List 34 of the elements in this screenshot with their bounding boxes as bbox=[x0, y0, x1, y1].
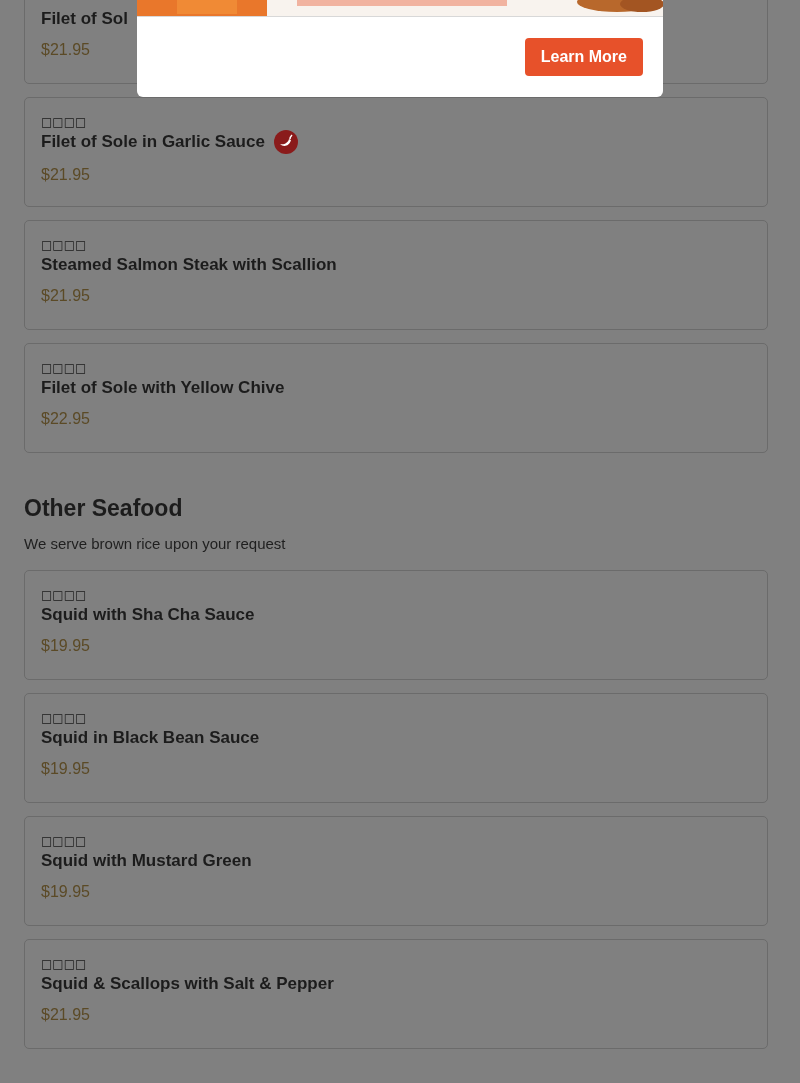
dish-name: Filet of Sole with Yellow Chive bbox=[41, 377, 285, 399]
learn-more-button[interactable]: Learn More bbox=[524, 38, 643, 76]
dish-price: $21.95 bbox=[41, 166, 90, 184]
dish-name: Squid with Sha Cha Sauce bbox=[41, 604, 255, 626]
section-note: We serve brown rice upon your request bbox=[24, 535, 287, 552]
menu-item-card[interactable]: □□□□ Squid with Mustard Green $19.95 bbox=[24, 816, 768, 926]
dish-name: Squid in Black Bean Sauce bbox=[41, 727, 260, 749]
dish-price: $21.95 bbox=[41, 41, 90, 59]
dish-price: $19.95 bbox=[41, 760, 90, 778]
menu-item-card[interactable]: □□□□ Steamed Salmon Steak with Scallion $21.95 bbox=[24, 220, 768, 330]
dish-price: $19.95 bbox=[41, 883, 90, 901]
chinese-dish-name: □□□□ bbox=[41, 956, 88, 972]
menu-item-card[interactable]: □□□□ Squid in Black Bean Sauce $19.95 bbox=[24, 693, 768, 803]
dish-price: $19.95 bbox=[41, 637, 90, 655]
chinese-dish-name: □□□□ bbox=[41, 237, 88, 253]
menu-item-card[interactable]: □□□□ Filet of Sole with Yellow Chive $22.95 bbox=[24, 343, 768, 453]
menu-item-card[interactable]: □□□□ Filet of Sole in Garlic Sauce $21.95 bbox=[24, 97, 768, 207]
dish-name: Squid with Mustard Green bbox=[41, 850, 252, 872]
dish-price: $21.95 bbox=[41, 1006, 90, 1024]
dish-name: Filet of Sole in Garlic Sauce bbox=[41, 131, 265, 153]
dish-price: $22.95 bbox=[41, 410, 90, 428]
dish-name: Steamed Salmon Steak with Scallion bbox=[41, 254, 337, 276]
section-heading: Other Seafood bbox=[24, 494, 184, 523]
chinese-dish-name: □□□□ bbox=[41, 710, 88, 726]
menu-item-card[interactable]: □□□□ Squid with Sha Cha Sauce $19.95 bbox=[24, 570, 768, 680]
menu-item-card[interactable]: □□□□ Squid & Scallops with Salt & Pepper $21.95 bbox=[24, 939, 768, 1049]
chinese-dish-name: □□□□ bbox=[41, 360, 88, 376]
dish-price: $21.95 bbox=[41, 287, 90, 305]
dish-name: Filet of Sol bbox=[41, 8, 128, 30]
chinese-dish-name: □□□□ bbox=[41, 587, 88, 603]
chinese-dish-name: □□□□ bbox=[41, 114, 88, 130]
chinese-dish-name: □□□□ bbox=[41, 833, 88, 849]
dish-name: Squid & Scallops with Salt & Pepper bbox=[41, 973, 334, 995]
chili-pepper-icon bbox=[273, 130, 298, 154]
